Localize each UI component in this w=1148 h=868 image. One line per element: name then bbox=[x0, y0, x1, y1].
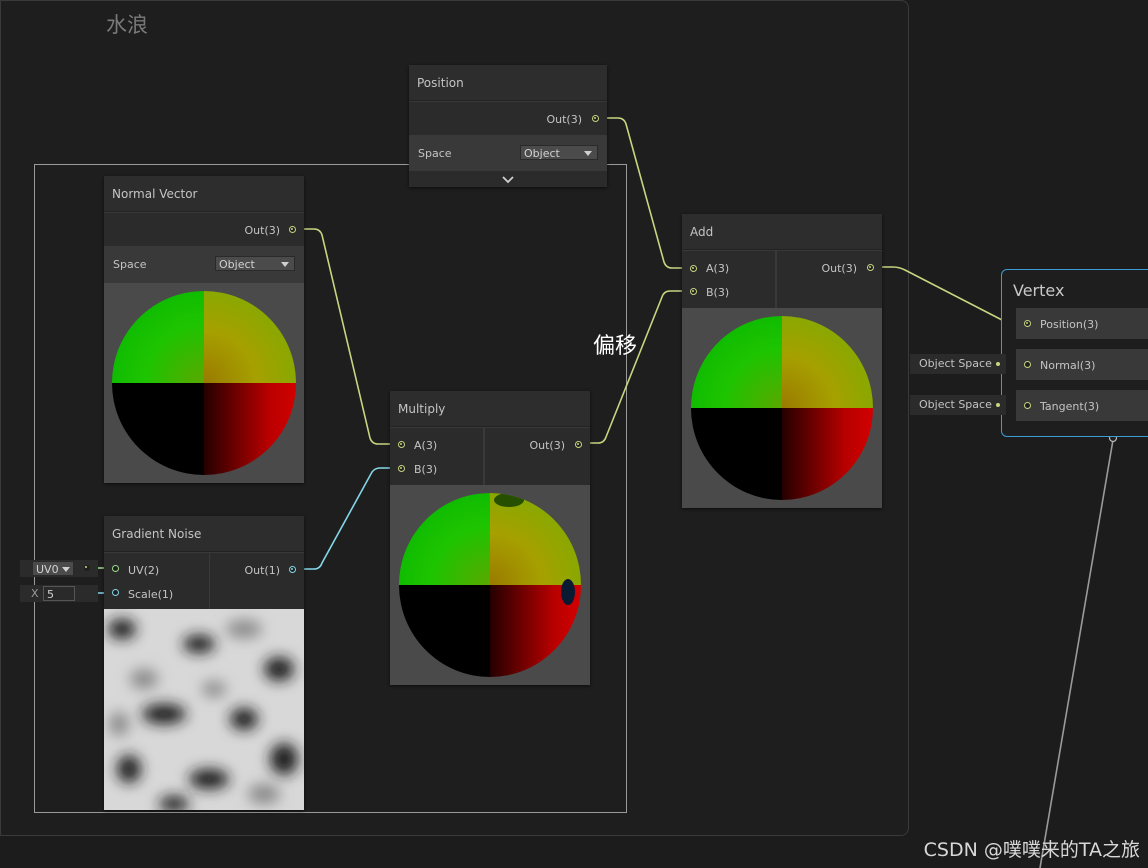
scale-axis-label: X bbox=[31, 587, 39, 600]
node-title: Gradient Noise bbox=[104, 516, 304, 552]
chevron-down-icon bbox=[502, 176, 514, 184]
node-title: Multiply bbox=[390, 391, 590, 427]
preview-sphere bbox=[399, 493, 581, 677]
connector-dot bbox=[996, 403, 1000, 407]
vertex-title: Vertex bbox=[1013, 281, 1065, 300]
output-port[interactable] bbox=[289, 226, 296, 233]
out-label: Out(3) bbox=[821, 262, 857, 275]
multiply-node[interactable]: Multiply A(3) B(3) Out(3) bbox=[390, 391, 590, 685]
offset-annotation: 偏移 bbox=[593, 334, 638, 359]
preview bbox=[104, 283, 304, 483]
vertex-block-normal[interactable]: Normal(3) bbox=[1016, 349, 1148, 380]
noise-preview bbox=[104, 609, 304, 810]
output-port[interactable] bbox=[867, 264, 874, 271]
b-port[interactable] bbox=[398, 465, 405, 472]
a-label: A(3) bbox=[414, 439, 438, 452]
a-label: A(3) bbox=[706, 262, 730, 275]
tangent-port[interactable] bbox=[1024, 402, 1031, 409]
a-port[interactable] bbox=[398, 441, 405, 448]
wire-position-to-add-a bbox=[600, 117, 688, 269]
caret-down-icon bbox=[62, 567, 70, 572]
input-column bbox=[682, 251, 775, 308]
tangent-label: Tangent(3) bbox=[1040, 400, 1100, 413]
uv-channel-value: UV0 bbox=[36, 563, 59, 576]
out-label: Out(1) bbox=[244, 564, 280, 577]
vertex-block-position[interactable]: Position(3) bbox=[1016, 308, 1148, 339]
space-dropdown[interactable]: Object bbox=[215, 256, 295, 271]
normal-space-field[interactable]: Object Space bbox=[910, 354, 1006, 374]
a-port[interactable] bbox=[690, 265, 697, 272]
add-node[interactable]: Add A(3) B(3) Out(3) bbox=[682, 214, 882, 508]
uv-label: UV(2) bbox=[128, 564, 160, 577]
wire-vertex-to-fragment bbox=[1039, 439, 1114, 868]
node-title: Position bbox=[409, 65, 607, 101]
output-port[interactable] bbox=[289, 566, 296, 573]
output-column bbox=[210, 553, 304, 609]
b-label: B(3) bbox=[706, 286, 730, 299]
output-port[interactable] bbox=[592, 115, 599, 122]
watermark: CSDN @噗噗来的TA之旅 bbox=[923, 839, 1140, 861]
wire-normal-to-multiply-a bbox=[297, 228, 396, 445]
scale-value-input[interactable]: 5 bbox=[43, 586, 75, 601]
tangent-space-value: Object Space bbox=[919, 398, 992, 411]
space-label: Space bbox=[418, 147, 452, 160]
normal-label: Normal(3) bbox=[1040, 359, 1096, 372]
normal-space-value: Object Space bbox=[919, 357, 992, 370]
output-column bbox=[485, 428, 590, 485]
output-column bbox=[777, 251, 882, 308]
normal-port[interactable] bbox=[1024, 361, 1031, 368]
scale-value: 5 bbox=[47, 588, 54, 601]
connector-dot bbox=[84, 565, 90, 571]
wire-noise-to-multiply-b bbox=[297, 467, 396, 570]
vertex-context[interactable]: Vertex Position(3) Normal(3) Tangent(3) bbox=[1001, 269, 1148, 437]
out-label: Out(3) bbox=[244, 224, 280, 237]
gradient-noise-node[interactable]: Gradient Noise UV(2) Scale(1) Out(1) bbox=[104, 516, 304, 810]
connector-dot bbox=[996, 362, 1000, 366]
wire-add-to-vertex-position bbox=[875, 266, 1022, 324]
node-title: Normal Vector bbox=[104, 176, 304, 212]
caret-down-icon bbox=[584, 151, 592, 156]
uv-port[interactable] bbox=[112, 565, 119, 572]
noise-preview-image bbox=[104, 609, 304, 810]
scale-label: Scale(1) bbox=[128, 588, 174, 601]
preview bbox=[390, 485, 590, 685]
preview bbox=[682, 308, 882, 508]
position-port[interactable] bbox=[1024, 320, 1031, 327]
out-label: Out(3) bbox=[546, 113, 582, 126]
uv-channel-dropdown[interactable]: UV0 bbox=[32, 561, 74, 576]
wire-multiply-to-add-b bbox=[582, 290, 688, 444]
tangent-space-field[interactable]: Object Space bbox=[910, 395, 1006, 415]
input-column bbox=[390, 428, 483, 485]
caret-down-icon bbox=[281, 262, 289, 267]
space-label: Space bbox=[113, 258, 147, 271]
space-dropdown[interactable]: Object bbox=[520, 145, 598, 160]
uv-channel-field: UV0 bbox=[20, 560, 98, 577]
b-port[interactable] bbox=[690, 288, 697, 295]
b-label: B(3) bbox=[414, 463, 438, 476]
noise-spot bbox=[494, 493, 524, 507]
scale-field: X 5 bbox=[20, 585, 98, 602]
position-label: Position(3) bbox=[1040, 318, 1099, 331]
space-value: Object bbox=[524, 147, 560, 160]
out-label: Out(3) bbox=[529, 439, 565, 452]
normal-vector-node[interactable]: Normal Vector Out(3) Space Object bbox=[104, 176, 304, 483]
output-port[interactable] bbox=[575, 441, 582, 448]
preview-sphere bbox=[691, 316, 873, 500]
noise-spot bbox=[561, 579, 575, 605]
preview-sphere bbox=[112, 291, 296, 475]
scale-port[interactable] bbox=[112, 589, 119, 596]
node-title: Add bbox=[682, 214, 882, 250]
position-node[interactable]: Position Out(3) Space Object bbox=[409, 65, 607, 187]
vertex-block-tangent[interactable]: Tangent(3) bbox=[1016, 390, 1148, 421]
collapse-bar[interactable] bbox=[409, 171, 607, 187]
space-value: Object bbox=[219, 258, 255, 271]
